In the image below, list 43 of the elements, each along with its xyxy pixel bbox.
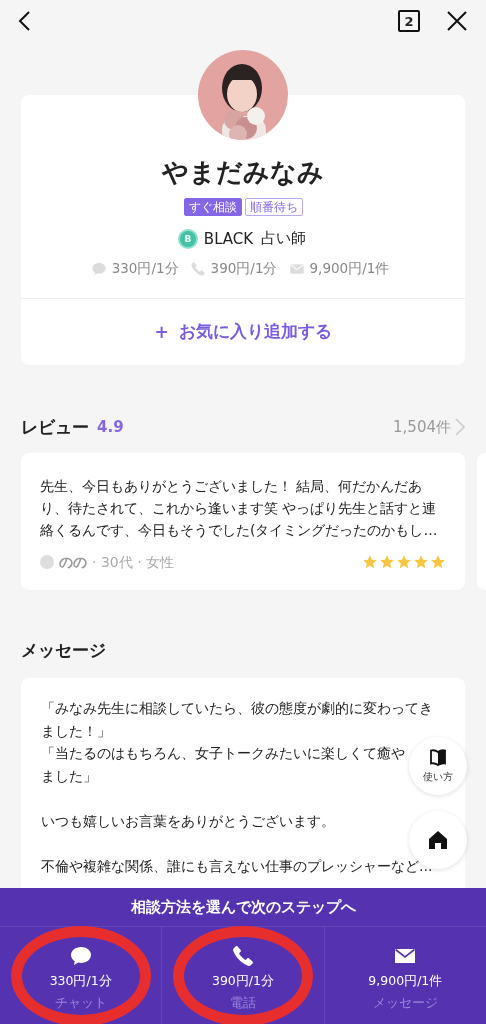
envelope-icon <box>288 261 305 277</box>
home-icon <box>428 830 448 850</box>
price-text: 330円/1分 <box>111 260 179 278</box>
consult-option-button[interactable]: 9,900円/1件 メッセージ <box>324 927 486 1024</box>
price-text: 390円/1分 <box>210 260 278 278</box>
price-text: 9,900円/1件 <box>309 260 390 278</box>
message-text: いつも嬉しいお言葉をありがとうございます。 <box>41 811 335 831</box>
message-text: 「当たるのはもちろん、女子トークみたいに楽しくて癒や <box>41 744 405 764</box>
consult-option-button[interactable]: 330円/1分 チャット <box>0 927 163 1024</box>
advisor-name: やまだみなみ <box>162 157 324 187</box>
rating-value: 4.9 <box>97 418 124 436</box>
user-avatar-icon <box>40 555 54 569</box>
bottom-bar-title: 相談方法を選んで次のステップへ <box>0 888 486 927</box>
star-icon <box>430 554 446 570</box>
message-text: ました！」 <box>41 721 111 741</box>
chevron-right-icon <box>455 418 465 436</box>
review-card[interactable]: 先生、今日もありがとうございました！ 結局、何だかんだあり、待たされて、これから逢います笑 やっぱり先生と話すと連絡くるんです、今日もそうでした(タイミングだったのかもし… のの · 30代 · 女性 <box>21 453 465 590</box>
chat-bubble-icon <box>68 944 93 968</box>
close-icon[interactable] <box>446 10 468 32</box>
review-text: 先生、今日もありがとうございました！ 結局、何だかんだあり、待たされて、これから逢います笑 やっぱり先生と話すと連絡くるんです、今日もそうでした(タイミングだったのかもし… <box>40 477 439 540</box>
status-tag: すぐ相談 <box>183 198 242 216</box>
star-icon <box>413 554 429 570</box>
rank-badge-icon: B <box>179 230 196 247</box>
star-icon <box>362 554 378 570</box>
section-title: レビュー <box>21 415 89 439</box>
advisor-role: 占い師 <box>261 229 307 248</box>
reviewer-name: のの <box>59 553 87 572</box>
section-title: メッセージ <box>21 639 106 662</box>
message-text: 不倫や複雑な関係、誰にも言えない仕事のプレッシャーなど… <box>41 857 433 877</box>
book-icon <box>430 748 446 767</box>
star-icon <box>379 554 395 570</box>
favorite-button[interactable]: + お気に入り追加する <box>144 299 342 365</box>
message-text: ました」 <box>41 766 97 786</box>
reviewer-details: · 30代 · 女性 <box>92 553 175 572</box>
status-tag: 順番待ち <box>244 198 303 216</box>
chat-bubble-icon <box>90 261 107 277</box>
phone-icon <box>189 261 206 277</box>
rank-label: BLACK <box>203 229 254 248</box>
star-icon <box>396 554 412 570</box>
tab-count-button[interactable]: 2 <box>398 10 420 32</box>
phone-icon <box>231 944 255 968</box>
consult-option-button[interactable]: 390円/1分 電話 <box>162 927 325 1024</box>
message-text: 「みなみ先生に相談していたら、彼の態度が劇的に変わってき <box>41 699 433 718</box>
